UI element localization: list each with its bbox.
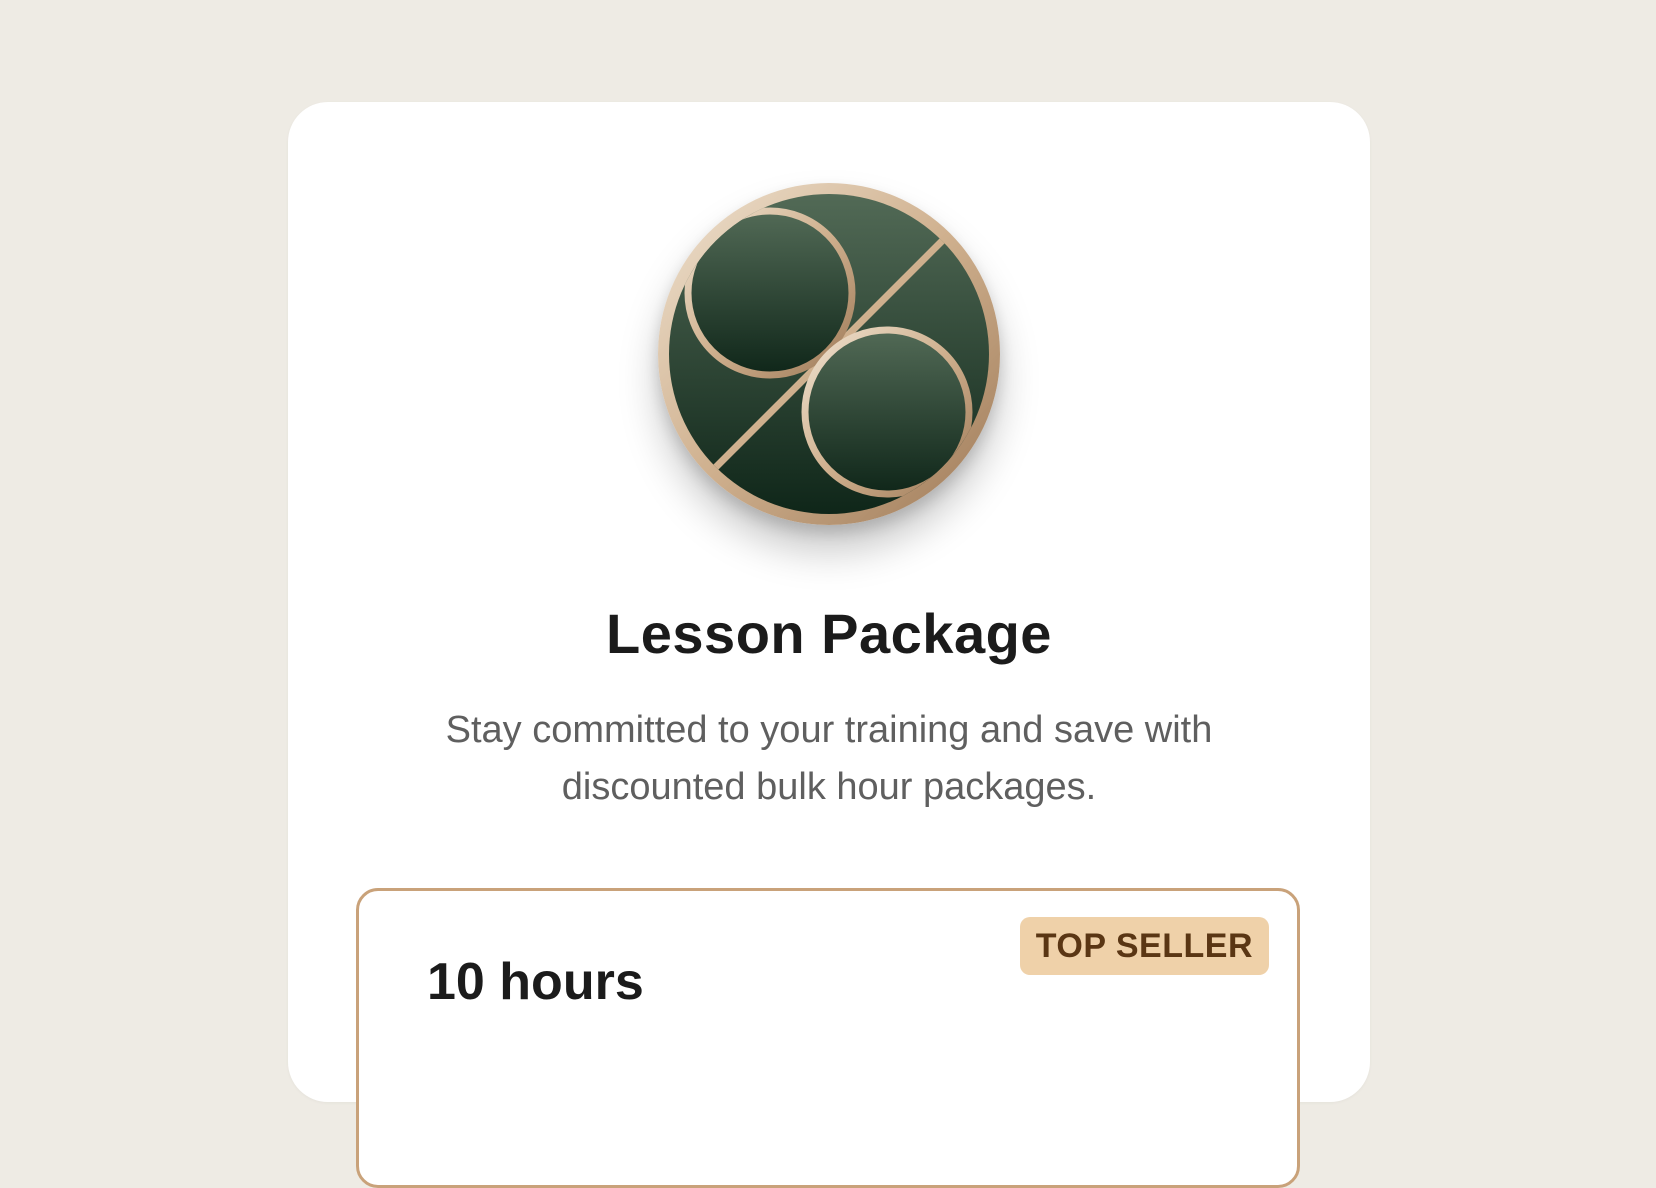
package-emblem-icon bbox=[658, 183, 1000, 525]
top-seller-badge: TOP SELLER bbox=[1019, 917, 1269, 975]
lesson-package-card: Lesson Package Stay committed to your tr… bbox=[288, 102, 1370, 1188]
emblem-svg bbox=[658, 183, 1000, 525]
package-description: Stay committed to your training and save… bbox=[445, 709, 1213, 808]
page-title: Lesson Package bbox=[606, 602, 1052, 665]
package-hours-label: 10 hours bbox=[427, 953, 644, 1011]
package-option-10-hours[interactable]: TOP SELLER 10 hours bbox=[356, 888, 1300, 1188]
